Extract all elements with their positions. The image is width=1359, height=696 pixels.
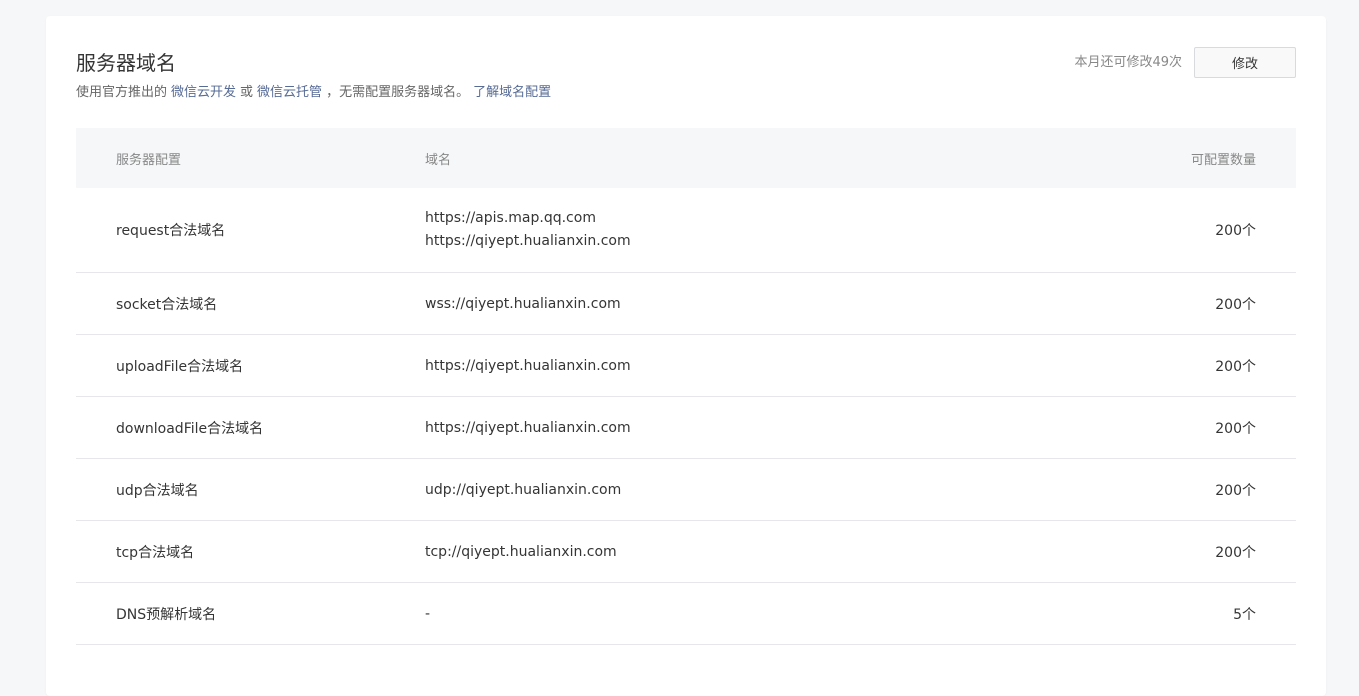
- desc-suffix: ，无需配置服务器域名。: [326, 85, 470, 100]
- domain-value: https://apis.map.qq.com: [425, 210, 596, 226]
- section-title: 服务器域名: [76, 51, 176, 75]
- table-row: udp合法域名 udp://qiyept.hualianxin.com 200个: [76, 459, 1296, 521]
- learn-domain-config-link[interactable]: 了解域名配置: [473, 85, 551, 100]
- domain-value: https://qiyept.hualianxin.com: [425, 357, 631, 374]
- domain-value: wss://qiyept.hualianxin.com: [425, 295, 621, 312]
- domain-value: -: [425, 605, 431, 622]
- row-config-name: udp合法域名: [116, 482, 199, 499]
- domain-table: 服务器配置 域名 可配置数量 request合法域名 https://apis.…: [76, 128, 1296, 645]
- table-row: tcp合法域名 tcp://qiyept.hualianxin.com 200个: [76, 521, 1296, 583]
- edit-button[interactable]: 修改: [1194, 47, 1296, 78]
- cloud-hosting-link[interactable]: 微信云托管: [257, 85, 322, 100]
- table-row: DNS预解析域名 - 5个: [76, 583, 1296, 645]
- domain-value: tcp://qiyept.hualianxin.com: [425, 543, 617, 560]
- header-server-config: 服务器配置: [116, 152, 182, 168]
- desc-prefix: 使用官方推出的: [76, 85, 168, 100]
- row-config-name: DNS预解析域名: [116, 606, 217, 623]
- desc-or: 或: [240, 85, 254, 100]
- remaining-edits-text: 本月还可修改49次: [1074, 55, 1182, 70]
- table-row: uploadFile合法域名 https://qiyept.hualianxin…: [76, 335, 1296, 397]
- domain-value: udp://qiyept.hualianxin.com: [425, 481, 622, 498]
- row-count: 200个: [1215, 420, 1256, 437]
- row-count: 5个: [1233, 606, 1256, 623]
- row-count: 200个: [1215, 482, 1256, 499]
- row-count: 200个: [1215, 223, 1256, 239]
- row-count: 200个: [1215, 296, 1256, 313]
- row-domains: https://apis.map.qq.com https://qiyept.h…: [425, 207, 1096, 253]
- domain-value: https://qiyept.hualianxin.com: [425, 419, 631, 436]
- row-config-name: uploadFile合法域名: [116, 358, 244, 375]
- table-header: 服务器配置 域名 可配置数量: [76, 128, 1296, 188]
- row-config-name: socket合法域名: [116, 296, 218, 313]
- row-config-name: tcp合法域名: [116, 544, 195, 561]
- table-row: request合法域名 https://apis.map.qq.com http…: [76, 188, 1296, 273]
- domain-value: https://qiyept.hualianxin.com: [425, 233, 631, 249]
- row-count: 200个: [1215, 544, 1256, 561]
- table-row: downloadFile合法域名 https://qiyept.hualianx…: [76, 397, 1296, 459]
- header-count: 可配置数量: [1190, 152, 1256, 168]
- row-count: 200个: [1215, 358, 1256, 375]
- cloud-dev-link[interactable]: 微信云开发: [171, 85, 236, 100]
- row-config-name: downloadFile合法域名: [116, 420, 264, 437]
- table-row: socket合法域名 wss://qiyept.hualianxin.com 2…: [76, 273, 1296, 335]
- row-config-name: request合法域名: [116, 223, 226, 239]
- header-domain: 域名: [425, 152, 452, 168]
- server-domain-card: 服务器域名 使用官方推出的 微信云开发或微信云托管 ，无需配置服务器域名。 了解域名配…: [46, 16, 1326, 696]
- section-description: 使用官方推出的 微信云开发或微信云托管 ，无需配置服务器域名。 了解域名配置: [76, 84, 551, 102]
